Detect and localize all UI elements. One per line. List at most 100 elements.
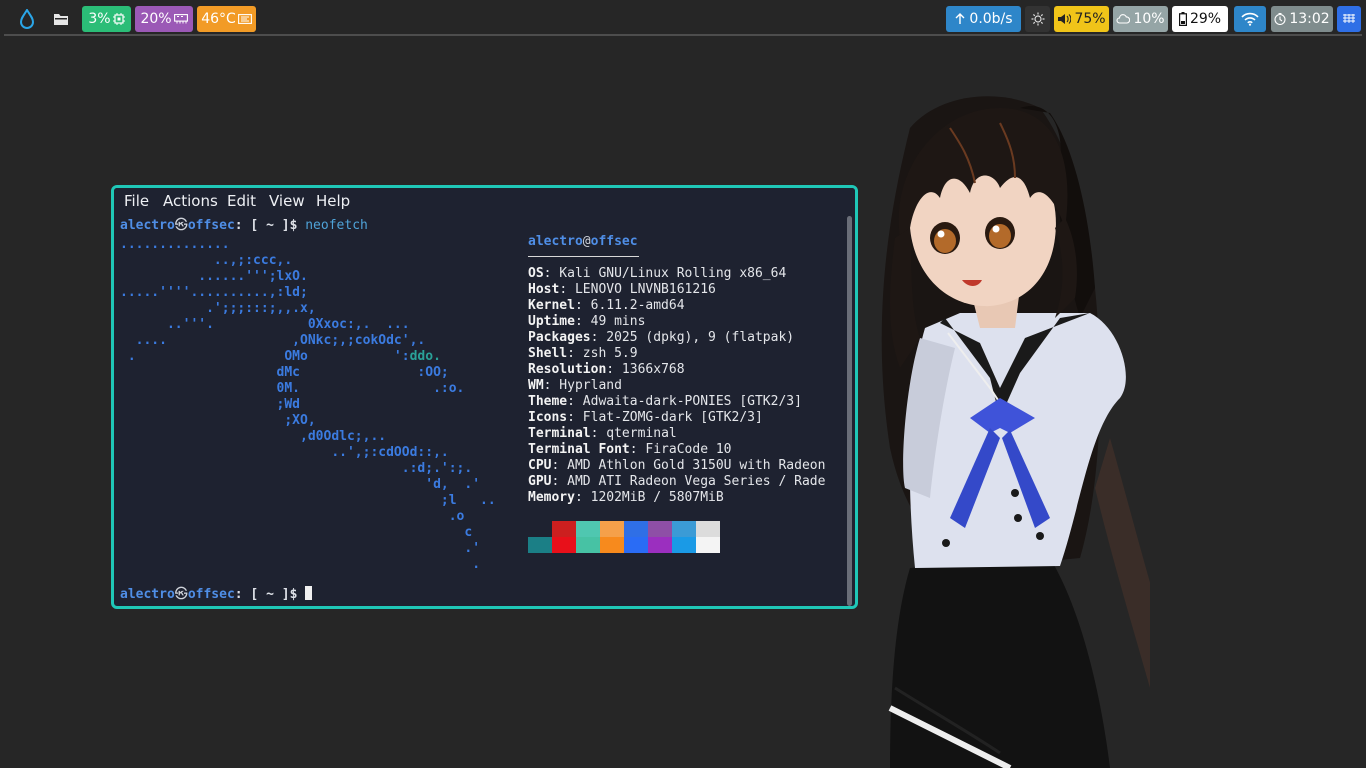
ascii-line: ......''';lxO.	[120, 269, 308, 284]
ascii-line: c	[120, 525, 473, 540]
menu-actions[interactable]: Actions	[163, 192, 218, 210]
palette-swatch	[552, 537, 576, 553]
ascii-line: .o	[120, 509, 465, 524]
ascii-line: ..,;:ccc,.	[120, 253, 293, 268]
network-speed-module[interactable]: 0.0b/s	[946, 6, 1021, 32]
info-row: Shell: zsh 5.9	[528, 346, 825, 362]
palette-swatch	[600, 537, 624, 553]
ascii-teal-fragment: ddo.	[409, 349, 441, 364]
info-key: OS	[528, 266, 544, 281]
launcher-button[interactable]	[14, 6, 40, 32]
cpu-usage-module[interactable]: 3%	[82, 6, 131, 32]
info-key: Kernel	[528, 298, 575, 313]
ascii-line: ,d0Odlc;,..	[120, 429, 387, 444]
clock-value: 13:02	[1289, 11, 1330, 27]
info-row: Host: LENOVO LNVNB161216	[528, 282, 825, 298]
info-key: Uptime	[528, 314, 575, 329]
memory-usage-module[interactable]: 20%	[135, 6, 193, 32]
folder-icon	[54, 14, 68, 25]
palette-swatch	[528, 537, 552, 553]
info-row: GPU: AMD ATI Radeon Vega Series / Rade	[528, 474, 825, 490]
info-value: : Kali GNU/Linux Rolling x86_64	[543, 266, 787, 281]
ascii-line: ..',;:cdOOd::,.	[120, 445, 449, 460]
prompt-host: offsec	[187, 218, 235, 233]
wifi-icon	[1241, 12, 1259, 26]
weather-module[interactable]: 10%	[1113, 6, 1168, 32]
info-at: @	[582, 234, 591, 249]
top-bar-border	[4, 34, 1362, 36]
info-row: OS: Kali GNU/Linux Rolling x86_64	[528, 266, 825, 282]
info-row: Uptime: 49 mins	[528, 314, 825, 330]
command-line-active[interactable]: alectro㉿offsec: [ ~ ]$	[120, 586, 313, 603]
info-title: alectro@offsec	[528, 234, 638, 250]
info-key: Resolution	[528, 362, 607, 377]
palette-swatch	[672, 537, 696, 553]
palette-swatch	[528, 521, 552, 537]
info-value: : 1366x768	[606, 362, 685, 377]
ascii-line: ;XO,	[120, 413, 316, 428]
menu-edit[interactable]: Edit	[227, 192, 256, 210]
ascii-line: .';;;:::;,,.x,	[120, 301, 316, 316]
ascii-line: .....''''..........,:ld;	[120, 285, 308, 300]
menu-view[interactable]: View	[269, 192, 305, 210]
ascii-line: ;l ..	[120, 493, 496, 508]
prompt-path: : [ ~ ]$	[234, 218, 306, 233]
temperature-module[interactable]: 46°C	[197, 6, 256, 32]
terminal-window[interactable]: File Actions Edit View Help alectro㉿offs…	[111, 185, 858, 609]
palette-swatch	[576, 537, 600, 553]
info-value: : AMD ATI Radeon Vega Series / Rade	[551, 474, 826, 489]
info-row: Terminal Font: FiraCode 10	[528, 442, 825, 458]
battery-value: 29%	[1189, 11, 1222, 27]
info-key: Icons	[528, 410, 568, 425]
ascii-line: dMc :OO;	[120, 365, 449, 380]
wallpaper-anime-character	[881, 96, 1150, 768]
palette-swatch	[624, 521, 648, 537]
volume-value: 75%	[1074, 11, 1106, 27]
power-menu-button[interactable]	[1337, 6, 1361, 32]
brightness-icon	[1031, 12, 1044, 26]
info-row: WM: Hyprland	[528, 378, 825, 394]
palette-swatch	[672, 521, 696, 537]
info-user: alectro	[528, 234, 583, 249]
info-key: Host	[528, 282, 560, 297]
info-row: CPU: AMD Athlon Gold 3150U with Radeon	[528, 458, 825, 474]
info-key: Terminal Font	[528, 442, 630, 457]
info-value: : LENOVO LNVNB161216	[559, 282, 716, 297]
system-info-list: OS: Kali GNU/Linux Rolling x86_64 Host: L…	[528, 266, 825, 506]
info-row: Theme: Adwaita-dark-PONIES [GTK2/3]	[528, 394, 825, 410]
volume-module[interactable]: 75%	[1054, 6, 1109, 32]
info-row: Icons: Flat-ZOMG-dark [GTK2/3]	[528, 410, 825, 426]
info-key: GPU	[528, 474, 552, 489]
battery-icon	[1178, 12, 1187, 26]
clock-module[interactable]: 13:02	[1271, 6, 1333, 32]
palette-swatch	[600, 521, 624, 537]
palette-swatch	[648, 521, 672, 537]
cpu-chip-icon	[112, 13, 125, 25]
ascii-line: 'd, .'	[120, 477, 481, 492]
memory-icon	[173, 14, 188, 24]
cpu-usage-value: 3%	[88, 11, 111, 27]
info-key: WM	[528, 378, 544, 393]
ascii-line: ..............	[120, 237, 230, 252]
network-speed-value: 0.0b/s	[969, 11, 1013, 27]
menu-help[interactable]: Help	[316, 192, 350, 210]
menu-file[interactable]: File	[124, 192, 149, 210]
info-row: Memory: 1202MiB / 5807MiB	[528, 490, 825, 506]
ascii-line: .... ,ONkc;,;cokOdc',.	[120, 333, 426, 348]
weather-value: 10%	[1133, 11, 1165, 27]
prompt-host: offsec	[187, 587, 235, 602]
info-key: Shell	[528, 346, 568, 361]
brightness-module[interactable]	[1025, 6, 1050, 32]
info-key: Packages	[528, 330, 591, 345]
wifi-module[interactable]	[1234, 6, 1266, 32]
battery-module[interactable]: 29%	[1172, 6, 1228, 32]
palette-swatch	[552, 521, 576, 537]
info-value: : Flat-ZOMG-dark [GTK2/3]	[567, 410, 763, 425]
info-value: : AMD Athlon Gold 3150U with Radeon	[551, 458, 826, 473]
command-line: alectro㉿offsec: [ ~ ]$ neofetch	[120, 218, 368, 234]
prompt-user: alectro	[120, 587, 175, 602]
prompt-separator: ㉿	[174, 587, 188, 602]
info-row: Resolution: 1366x768	[528, 362, 825, 378]
file-manager-button[interactable]	[48, 6, 74, 32]
palette-swatch	[696, 521, 720, 537]
